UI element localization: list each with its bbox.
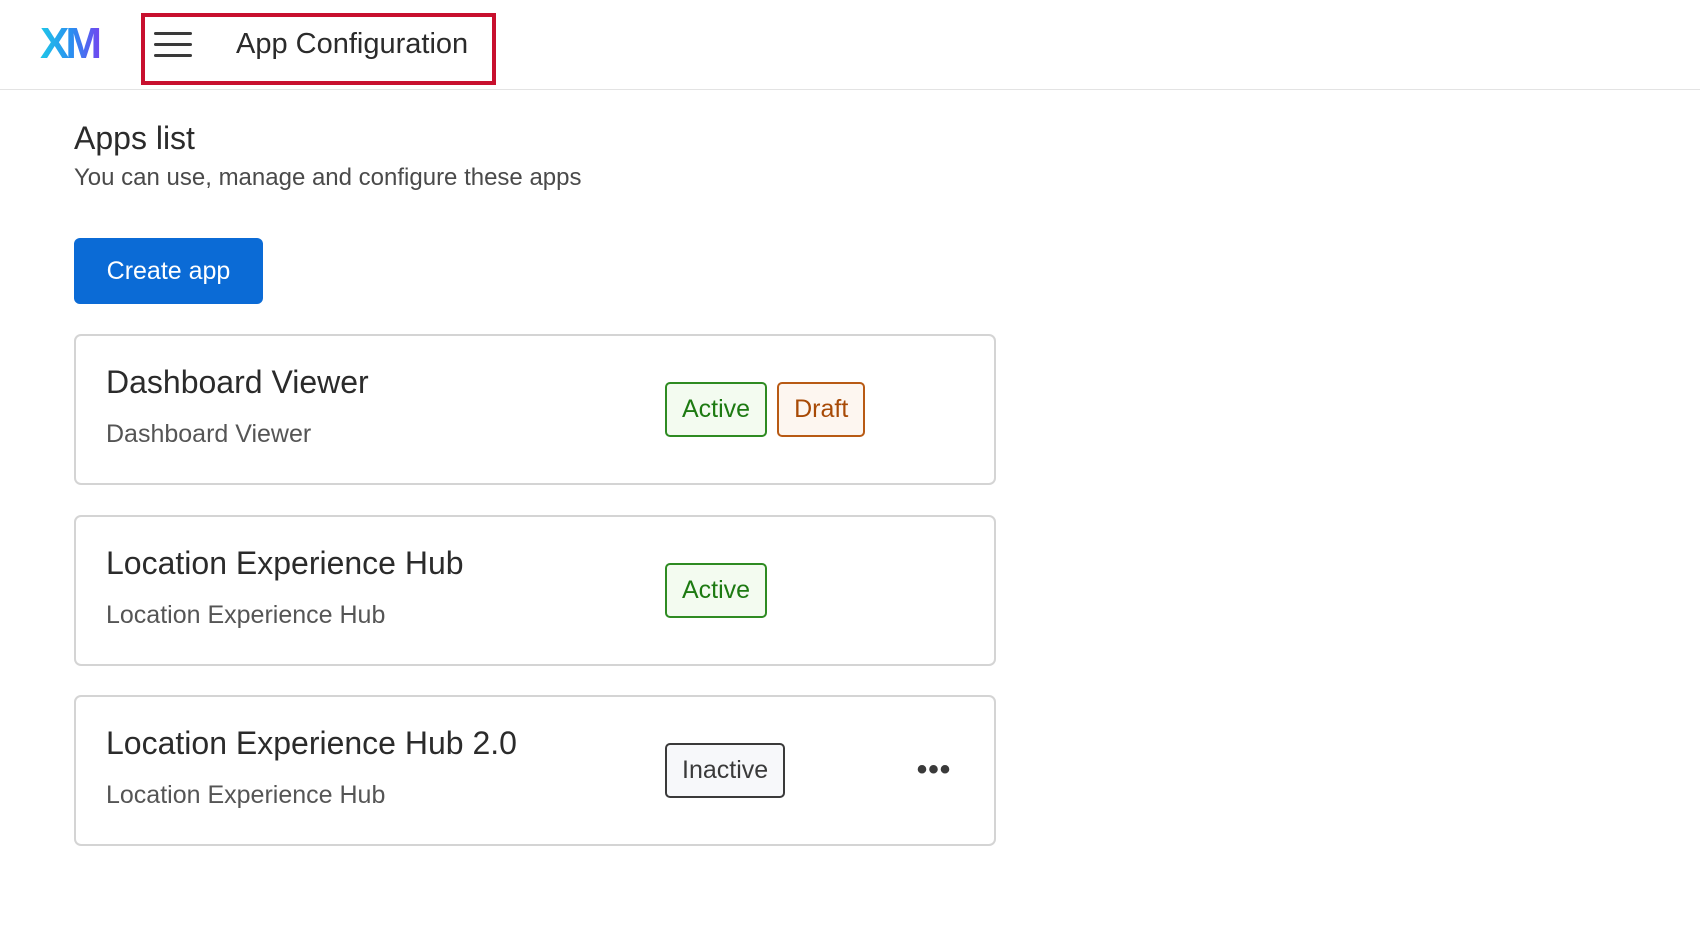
more-horizontal-icon[interactable]: ••• — [914, 755, 954, 785]
app-card-subtitle: Location Experience Hub — [106, 601, 386, 629]
app-card-title[interactable]: Location Experience Hub — [106, 545, 464, 582]
status-badge-active: Active — [665, 382, 768, 437]
xm-logo[interactable]: XM — [40, 22, 112, 66]
status-badge-draft: Draft — [777, 382, 866, 437]
app-card-subtitle: Dashboard Viewer — [106, 420, 312, 448]
app-card-dashboard-viewer[interactable]: Dashboard Viewer Dashboard Viewer Active… — [74, 334, 996, 485]
app-card-title[interactable]: Location Experience Hub 2.0 — [106, 725, 517, 762]
app-card-location-experience-hub[interactable]: Location Experience Hub Location Experie… — [74, 515, 996, 666]
apps-list-description: You can use, manage and configure these … — [74, 164, 582, 191]
top-bar: XM App Configuration — [0, 0, 1700, 90]
hamburger-menu-icon[interactable] — [154, 30, 192, 58]
create-app-button[interactable]: Create app — [74, 238, 263, 304]
app-card-location-experience-hub-2[interactable]: Location Experience Hub 2.0 Location Exp… — [74, 695, 996, 846]
app-card-subtitle: Location Experience Hub — [106, 781, 386, 809]
page-title: App Configuration — [236, 28, 469, 60]
app-card-title[interactable]: Dashboard Viewer — [106, 364, 369, 401]
status-badge-inactive: Inactive — [665, 743, 786, 798]
apps-list-heading: Apps list — [74, 120, 195, 156]
status-badges: Active — [665, 563, 768, 618]
status-badges: Inactive — [665, 743, 786, 798]
status-badges: Active Draft — [665, 382, 866, 437]
status-badge-active: Active — [665, 563, 768, 618]
